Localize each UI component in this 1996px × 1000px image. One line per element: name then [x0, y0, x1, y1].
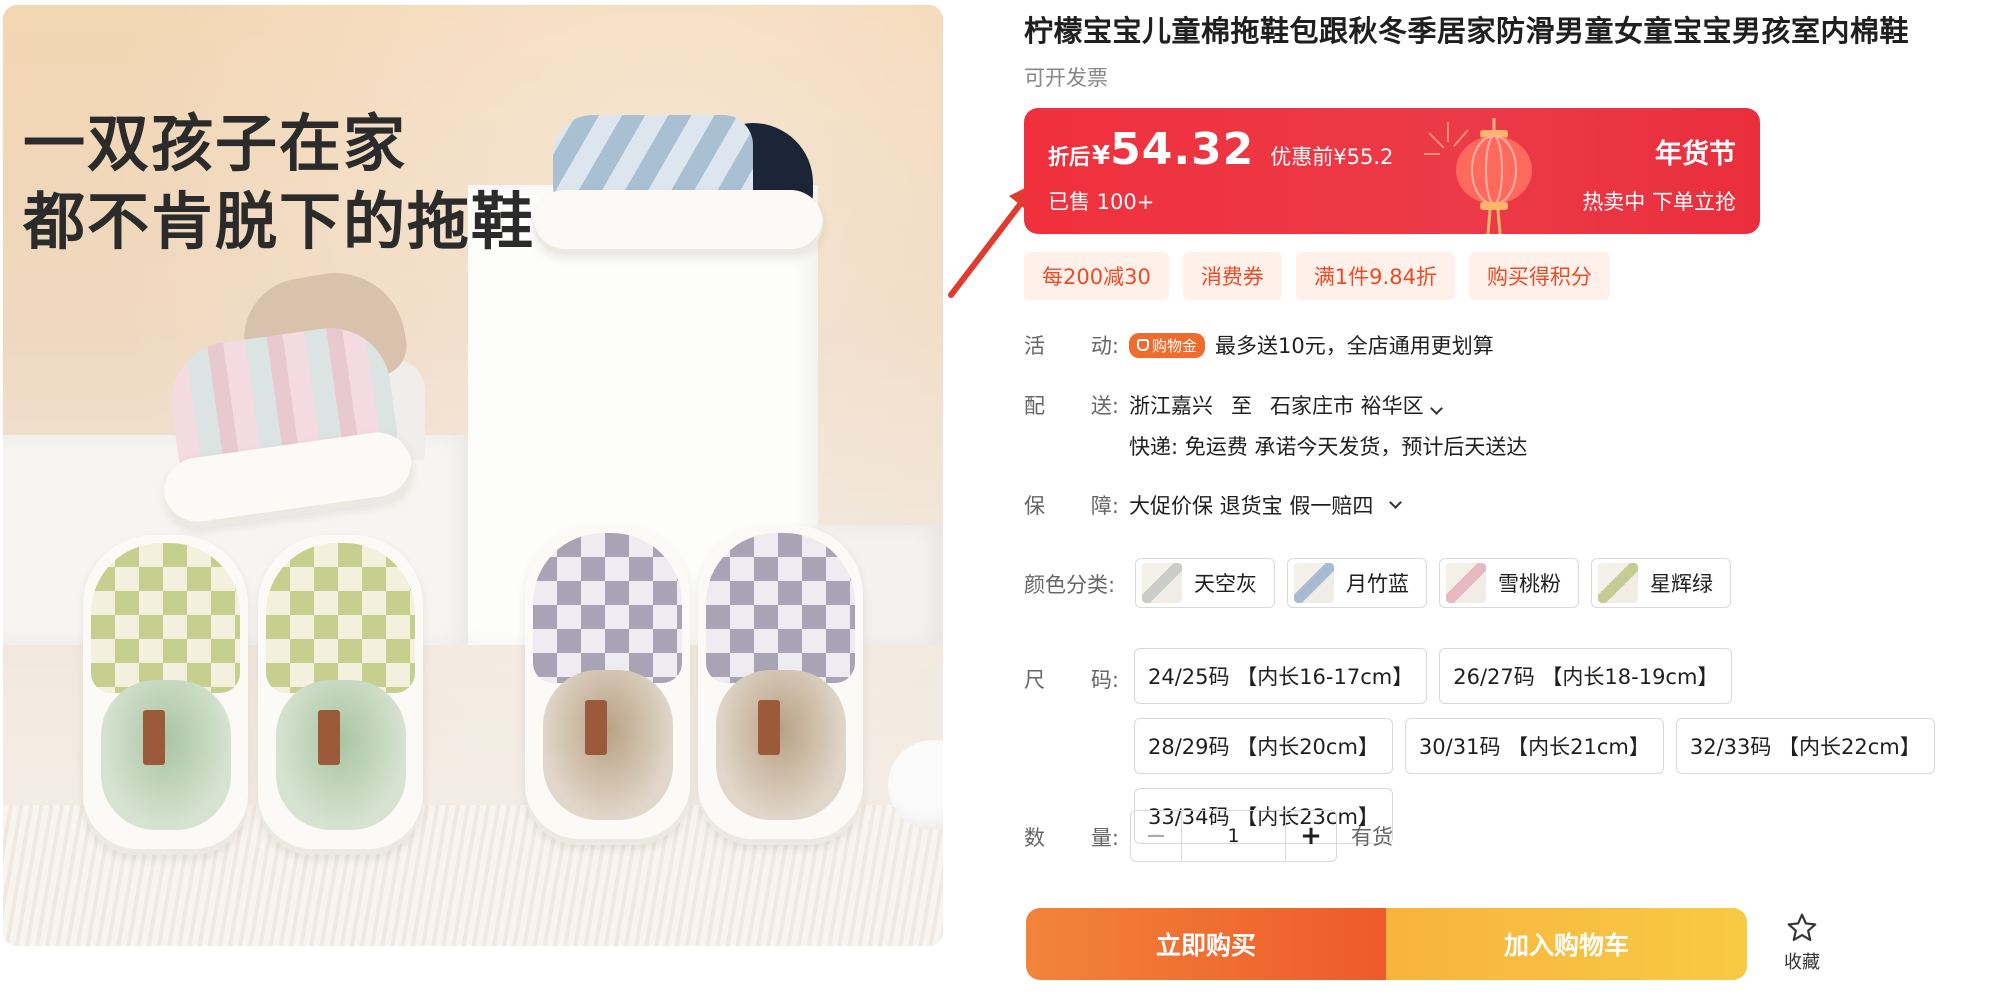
festival-label: 年货节: [1655, 139, 1736, 170]
delivery-label: 配送:: [1024, 394, 1119, 418]
chevron-down-icon: [1389, 495, 1403, 509]
money-bag-icon: [1137, 339, 1149, 351]
color-option[interactable]: 天空灰: [1135, 558, 1275, 608]
coupon-item[interactable]: 购买得积分: [1468, 252, 1610, 300]
price-banner: 折后 ¥ 54.32 优惠前¥55.2 已售 100+ 年货节 热卖中 下单立抢: [1024, 108, 1760, 234]
color-thumbnail: [1294, 563, 1334, 603]
price-value: 54.32: [1110, 124, 1255, 175]
chevron-down-icon: [1429, 402, 1443, 415]
image-slogan: 一双孩子在家 都不肯脱下的拖鞋: [23, 105, 535, 261]
product-title: 柠檬宝宝儿童棉拖鞋包跟秋冬季居家防滑男童女童宝宝男孩室内棉鞋: [1024, 14, 1910, 48]
color-option[interactable]: 星辉绿: [1591, 558, 1731, 608]
favorite-label: 收藏: [1784, 952, 1820, 973]
favorite-button[interactable]: 收藏: [1776, 912, 1828, 974]
product-main-image[interactable]: 一双孩子在家 都不肯脱下的拖鞋: [3, 5, 943, 946]
lantern-icon: [1424, 118, 1532, 234]
activity-label: 活动:: [1024, 334, 1119, 358]
size-option[interactable]: 24/25码 【内长16-17cm】: [1134, 648, 1428, 704]
color-label: 颜色分类:: [1024, 573, 1116, 597]
price-currency: ¥: [1092, 141, 1111, 171]
ship-from: 浙江嘉兴: [1129, 394, 1213, 418]
ship-to-word: 至: [1231, 394, 1252, 418]
slipper-blue: [533, 115, 833, 265]
shopping-gold-badge: 购物金: [1129, 332, 1206, 358]
slogan-line-2: 都不肯脱下的拖鞋: [23, 185, 536, 258]
purchase-buttons: 立即购买 加入购物车: [1026, 908, 1747, 980]
buy-now-button[interactable]: 立即购买: [1026, 908, 1386, 980]
stock-status: 有货: [1351, 825, 1393, 849]
size-option[interactable]: 28/29码 【内长20cm】: [1134, 718, 1393, 774]
size-option[interactable]: 30/31码 【内长21cm】: [1404, 718, 1664, 774]
hot-sale-text: 热卖中 下单立抢: [1582, 190, 1736, 214]
sold-count: 已售 100+: [1048, 190, 1155, 214]
size-label: 尺码:: [1024, 668, 1119, 692]
activity-text: 最多送10元，全店通用更划算: [1215, 334, 1494, 358]
color-thumbnail: [1446, 563, 1486, 603]
coupon-item[interactable]: 消费券: [1182, 252, 1282, 300]
coupon-item[interactable]: 每200减30: [1024, 252, 1169, 300]
price-after-label: 折后: [1048, 145, 1090, 169]
color-thumbnail: [1598, 563, 1638, 603]
star-icon: [1787, 913, 1817, 942]
quantity-stepper: − 1 + 有货: [1130, 810, 1393, 862]
color-option[interactable]: 雪桃粉: [1439, 558, 1579, 608]
coupon-list: 每200减30 消费券 满1件9.84折 购买得积分: [1024, 252, 1610, 300]
coupon-item[interactable]: 满1件9.84折: [1295, 252, 1455, 300]
decrease-button[interactable]: −: [1131, 811, 1181, 861]
guarantee-label: 保障:: [1024, 494, 1119, 518]
quantity-input[interactable]: 1: [1181, 811, 1286, 861]
ship-to-selector[interactable]: 石家庄市 裕华区: [1270, 390, 1443, 420]
slipper-pink: [159, 261, 423, 533]
color-option[interactable]: 月竹蓝: [1287, 558, 1427, 608]
increase-button[interactable]: +: [1286, 811, 1336, 861]
size-option[interactable]: 32/33码 【内长22cm】: [1675, 718, 1935, 774]
color-options: 天空灰 月竹蓝 雪桃粉 星辉绿: [1135, 558, 1731, 608]
quantity-label: 数量:: [1024, 826, 1119, 850]
price-before: 优惠前¥55.2: [1270, 145, 1394, 169]
add-to-cart-button[interactable]: 加入购物车: [1386, 908, 1747, 980]
guarantee-selector[interactable]: 大促价保 退货宝 假一赔四: [1129, 490, 1403, 520]
size-option[interactable]: 26/27码 【内长18-19cm】: [1439, 648, 1733, 704]
invoice-note: 可开发票: [1024, 66, 1108, 90]
color-thumbnail: [1142, 563, 1182, 603]
slogan-line-1: 一双孩子在家: [23, 107, 408, 180]
delivery-detail: 快递: 免运费 承诺今天发货，预计后天送达: [1129, 435, 1528, 459]
